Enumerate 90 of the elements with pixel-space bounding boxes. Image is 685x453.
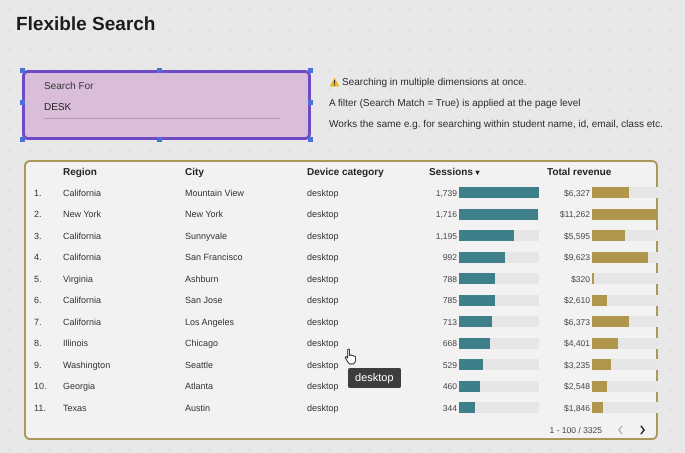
search-control[interactable]: Search For DESK [22,70,311,140]
table-cell-text: Chicago [185,338,220,348]
table-cell-text: Ashburn [185,274,220,284]
row-number: 8. [34,338,43,348]
row-number: 5. [34,274,43,284]
table-cell-text: Illinois [63,338,90,348]
table-cell-text: desktop [307,295,340,306]
search-label: Search For [44,81,94,92]
table-cell-text: $9,623 [563,252,590,262]
table-cell-text: desktop [307,252,340,262]
note-text: A filter (Search Match = True) is applied at the page level [329,98,581,108]
table-cell-text: desktop [307,338,340,348]
table-cell-text: $11,262 [558,209,590,220]
table-cell-text: Mountain View [185,188,245,198]
resize-handle[interactable] [157,68,162,73]
resize-handle[interactable] [20,68,25,73]
resize-handle[interactable] [157,137,162,142]
table-cell-text: 788 [442,274,457,284]
table-cell-text: 460 [442,381,457,392]
note-text: Searching in multiple dimensions at once. [342,76,527,88]
note-text: Works the same e.g. for searching within student name, id, email, class etc. [329,118,663,130]
table-cell-text: Seattle [185,360,214,370]
table-cell-text: California [63,188,102,198]
page-range: 1 - 100 / 3325 [550,424,602,434]
table-cell-text: 344 [442,402,457,413]
column-header[interactable]: City [185,166,307,178]
table-cell-text: 992 [442,252,457,262]
table-cell-text: 713 [442,316,457,327]
next-page-icon[interactable] [639,424,646,434]
table-cell-text: San Francisco [185,252,244,262]
resize-handle[interactable] [308,137,313,142]
column-header[interactable]: Device category [307,166,429,178]
table-cell-text: San Jose [185,295,224,306]
resize-handle[interactable] [308,100,313,105]
table-cell-text: New York [185,209,224,220]
row-number: 10. [34,381,48,392]
table-cell-text: desktop [307,316,340,327]
row-number: 7. [34,316,43,327]
table-cell-text: $1,846 [563,402,590,413]
table-cell-text: $4,401 [563,338,590,348]
table-cell-text: 1,716 [434,209,457,220]
table-cell-text: Sunnyvale [185,230,228,241]
table-cell-text: California [63,295,102,306]
table-cell-text: desktop [307,209,340,220]
table-cell-text: 785 [442,295,457,306]
table-cell-text: New York [63,209,102,220]
table-cell-text: $6,327 [563,188,590,198]
column-header[interactable]: Total revenue [547,166,656,178]
table-cell-text: Georgia [63,381,96,392]
row-number: 9. [34,360,43,370]
table-cell-text: $3,235 [563,360,590,370]
table-cell-text: $6,373 [563,316,590,327]
table-cell-text: Atlanta [185,381,214,392]
row-number: 11. [34,402,47,413]
table-cell-text: Washington [63,360,112,370]
page-title: Flexible Search [16,14,156,37]
table-cell-text: desktop [307,402,340,413]
table-cell-text: California [63,230,102,241]
row-number: 2. [34,209,43,220]
search-value: DESK [44,102,280,119]
resize-handle[interactable] [308,68,313,73]
table-cell-text: California [63,316,102,327]
row-number: 1. [34,188,43,198]
table-cell-text: desktop [307,274,340,284]
table-cell-text: $2,548 [563,381,590,392]
resize-handle[interactable] [20,137,25,142]
row-number: 4. [34,252,43,262]
hand-cursor-icon [344,348,357,365]
tooltip: desktop [348,368,401,388]
table-cell-text: Austin [185,402,212,413]
column-header[interactable]: Sessions ▾ [429,166,547,178]
row-number: 3. [34,230,43,241]
table-cell-text: desktop [307,381,340,392]
table-cell-text: Los Angeles [185,316,236,327]
table-cell-text: Texas [63,402,88,413]
table-cell-text: 1,195 [434,230,457,241]
table-cell-text: desktop [307,188,340,198]
table-cell-text: $320 [570,274,590,284]
table-cell-text: desktop [307,360,340,370]
table-cell-text: $5,595 [563,230,590,241]
column-header[interactable]: Region [63,166,185,178]
table-cell-text: 668 [442,338,457,348]
table-cell-text: 529 [442,360,457,370]
table-cell-text: $2,610 [563,295,590,306]
table-cell-text: Virginia [63,274,94,284]
table-cell-text: desktop [307,230,340,241]
table-cell-text: California [63,252,102,262]
row-number: 6. [34,295,43,306]
resize-handle[interactable] [20,100,25,105]
table-cell-text: 1,739 [434,188,457,198]
